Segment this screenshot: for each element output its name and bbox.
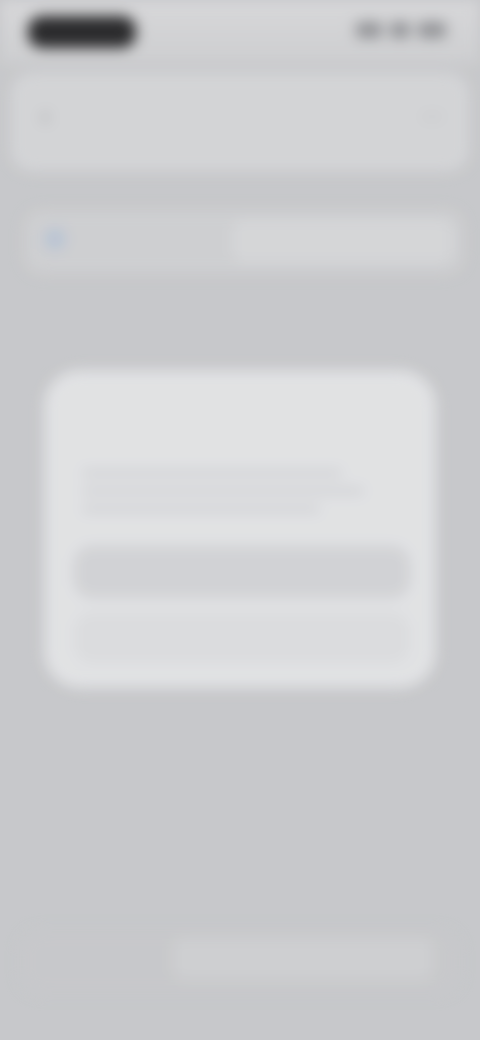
blurred-mobile-screen: ‹ ⋯ — [0, 0, 480, 1040]
screen-overlay — [0, 0, 480, 1040]
